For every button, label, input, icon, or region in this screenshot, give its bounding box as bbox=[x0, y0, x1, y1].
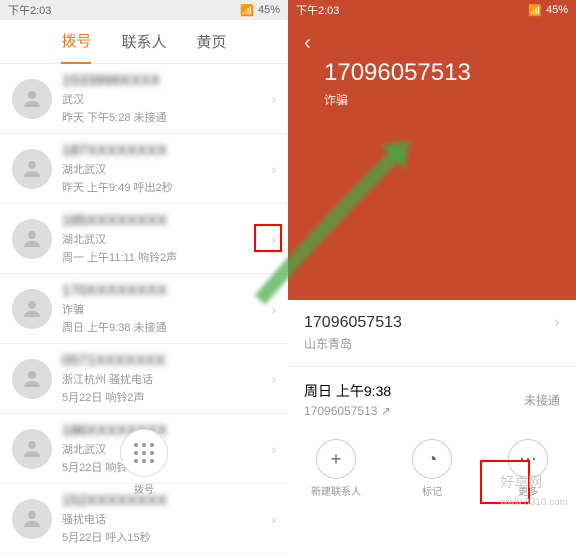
chevron-icon[interactable]: › bbox=[271, 371, 276, 387]
status-bar: 下午2:03 📶 45% bbox=[0, 0, 288, 20]
avatar bbox=[12, 289, 52, 329]
call-item[interactable]: 187XXXXXXXX湖北武汉昨天 上午9:49 呼出2秒 › bbox=[0, 134, 288, 204]
tab-dial[interactable]: 拨号 bbox=[61, 19, 91, 64]
call-item[interactable]: 0571XXXXXXX浙江杭州 骚扰电话5月22日 响铃2声 › bbox=[0, 344, 288, 414]
call-item[interactable]: 185XXXXXXXX湖北武汉周一 上午11:11 响铃2声 › bbox=[0, 204, 288, 274]
avatar bbox=[12, 149, 52, 189]
detail-header: ‹ 17096057513 诈骗 bbox=[288, 20, 576, 300]
plus-icon: + bbox=[316, 439, 356, 479]
phone-tag: 诈骗 bbox=[324, 91, 560, 108]
avatar bbox=[12, 79, 52, 119]
tab-yellow-pages[interactable]: 黄页 bbox=[197, 20, 227, 63]
chevron-icon[interactable]: › bbox=[271, 161, 276, 177]
add-contact-button[interactable]: + 新建联系人 bbox=[306, 439, 366, 498]
chevron-icon[interactable]: › bbox=[271, 91, 276, 107]
call-item[interactable]: 1533999XXXX武汉昨天 下午5:28 未接通 › bbox=[0, 64, 288, 134]
avatar bbox=[12, 219, 52, 259]
back-icon[interactable]: ‹ bbox=[304, 32, 311, 54]
avatar bbox=[12, 499, 52, 539]
avatar bbox=[12, 359, 52, 399]
signal-icon: 📶 bbox=[240, 4, 254, 17]
battery-pct: 45% bbox=[258, 4, 280, 16]
status-time: 下午2:03 bbox=[8, 2, 51, 18]
mark-button[interactable]: ◔ 标记 bbox=[402, 439, 462, 498]
chevron-icon[interactable]: › bbox=[271, 511, 276, 527]
mark-icon: ◔ bbox=[412, 439, 452, 479]
status-time: 下午2:03 bbox=[296, 2, 339, 18]
avatar bbox=[12, 429, 52, 469]
call-log-screen: 下午2:03 📶 45% 拨号 联系人 黄页 1533999XXXX武汉昨天 下… bbox=[0, 0, 288, 512]
chevron-icon[interactable]: › bbox=[271, 441, 276, 457]
tab-bar: 拨号 联系人 黄页 bbox=[0, 20, 288, 64]
chevron-icon: › bbox=[555, 314, 560, 332]
dialpad-icon bbox=[134, 443, 154, 463]
detail-info[interactable]: 17096057513 山东青岛 › bbox=[288, 300, 576, 367]
call-record[interactable]: 周日 上午9:38 17096057513 ↗ 未接通 bbox=[288, 367, 576, 433]
chevron-icon[interactable]: › bbox=[271, 231, 276, 247]
phone-number: 17096057513 bbox=[324, 59, 560, 87]
chevron-icon[interactable]: › bbox=[271, 301, 276, 317]
watermark: 好卓网www.3310.com bbox=[500, 472, 568, 508]
call-detail-screen: 下午2:03 📶 45% ‹ 17096057513 诈骗 1709605751… bbox=[288, 0, 576, 512]
status-bar: 下午2:03 📶 45% bbox=[288, 0, 576, 20]
call-item[interactable]: 170XXXXXXXX诈骗周日 上午9:38 未接通 › bbox=[0, 274, 288, 344]
signal-icon: 📶 bbox=[528, 4, 542, 17]
battery-pct: 45% bbox=[546, 4, 568, 16]
dialpad-button[interactable]: 拨号 bbox=[116, 429, 172, 496]
tab-contacts[interactable]: 联系人 bbox=[121, 20, 166, 63]
